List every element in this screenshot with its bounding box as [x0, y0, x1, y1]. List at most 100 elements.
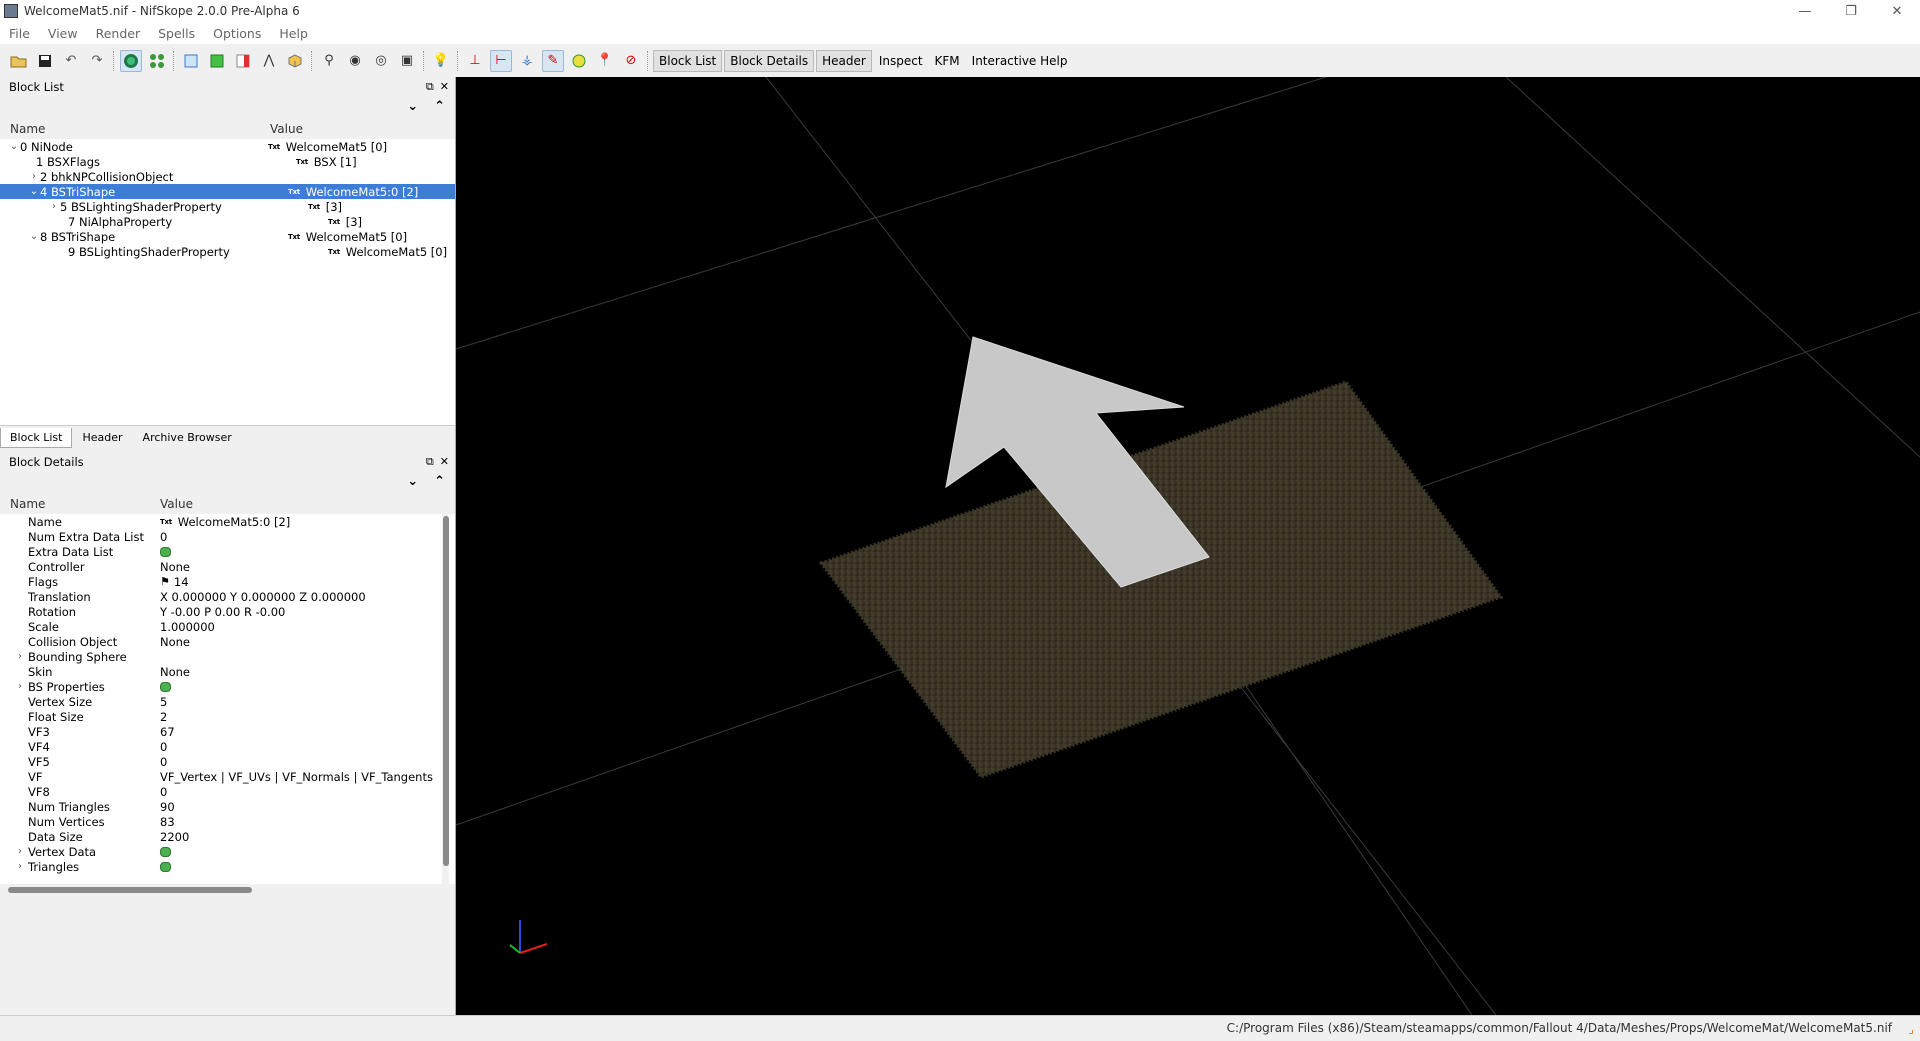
marker-icon[interactable]: 📍	[594, 50, 616, 72]
detail-value[interactable]: WelcomeMat5:0 [2]	[178, 515, 291, 529]
detail-row[interactable]: VF VF_Vertex | VF_UVs | VF_Normals | VF_T…	[12, 769, 455, 784]
collapse-all-icon[interactable]: ⌃	[434, 474, 445, 489]
detail-value[interactable]: 2200	[160, 830, 189, 844]
menu-file[interactable]: File	[0, 26, 39, 41]
column-name[interactable]: Name	[0, 497, 160, 511]
eye-hidden-icon[interactable]: ◎	[370, 50, 392, 72]
eye-icon[interactable]: ◉	[344, 50, 366, 72]
detail-row[interactable]: › BS Properties	[12, 679, 455, 694]
expand-all-icon[interactable]: ⌄	[407, 99, 418, 114]
tree-row[interactable]: 9 BSLightingShaderProperty Txt WelcomeMat…	[0, 244, 455, 259]
axes-icon[interactable]: ⊥	[464, 50, 486, 72]
detail-row[interactable]: Data Size 2200	[12, 829, 455, 844]
detail-row[interactable]: › Vertex Data	[12, 844, 455, 859]
details-horizontal-scrollbar[interactable]	[0, 884, 455, 896]
chevron-right-icon[interactable]: ›	[48, 201, 60, 212]
close-icon[interactable]: ✕	[440, 455, 449, 469]
menu-spells[interactable]: Spells	[149, 26, 204, 41]
tab-header[interactable]: Header	[72, 427, 132, 448]
detail-row[interactable]: › Bounding Sphere	[12, 649, 455, 664]
grid-axes-icon[interactable]: ⊢	[490, 49, 512, 72]
detail-row[interactable]: Skin None	[12, 664, 455, 679]
detail-value[interactable]: 0	[160, 740, 167, 754]
sphere-icon[interactable]	[568, 50, 590, 72]
header-toggle[interactable]: Header	[816, 49, 872, 72]
chevron-right-icon[interactable]: ›	[28, 171, 40, 182]
detail-value[interactable]: 67	[160, 725, 175, 739]
constraints-icon[interactable]: ✎	[542, 49, 564, 72]
chevron-down-icon[interactable]: ⌄	[28, 231, 40, 242]
detail-row[interactable]: Rotation Y -0.00 P 0.00 R -0.00	[12, 604, 455, 619]
globe-icon[interactable]	[120, 49, 142, 72]
detail-value[interactable]: 1.000000	[160, 620, 215, 634]
detail-value[interactable]: 90	[160, 800, 175, 814]
column-value[interactable]: Value	[270, 122, 303, 136]
detail-value[interactable]: 2	[160, 710, 167, 724]
chevron-right-icon[interactable]: ›	[12, 846, 28, 857]
tree-row[interactable]: › 5 BSLightingShaderProperty Txt [3]	[0, 199, 455, 214]
chevron-right-icon[interactable]: ›	[12, 651, 28, 662]
column-value[interactable]: Value	[160, 497, 193, 511]
column-name[interactable]: Name	[0, 122, 270, 136]
menu-help[interactable]: Help	[270, 26, 317, 41]
detail-row[interactable]: VF5 0	[12, 754, 455, 769]
detail-row[interactable]: Extra Data List	[12, 544, 455, 559]
menu-view[interactable]: View	[39, 26, 87, 41]
detail-row[interactable]: Float Size 2	[12, 709, 455, 724]
detail-value[interactable]: 0	[160, 785, 167, 799]
flip-icon[interactable]: ⋀	[258, 50, 280, 72]
close-icon[interactable]: ✕	[440, 80, 449, 94]
detail-row[interactable]: Num Extra Data List 0	[12, 529, 455, 544]
view-top-icon[interactable]	[232, 50, 254, 72]
render-viewport[interactable]	[456, 77, 1920, 1015]
screenshot-icon[interactable]: ▣	[396, 50, 418, 72]
interactive-help-toggle[interactable]: Interactive Help	[967, 51, 1073, 71]
detail-row[interactable]: Flags ⚑ 14	[12, 574, 455, 589]
collapse-all-icon[interactable]: ⌃	[434, 99, 445, 114]
undo-icon[interactable]: ↶	[60, 50, 82, 72]
detail-row[interactable]: VF8 0	[12, 784, 455, 799]
block-list-toggle[interactable]: Block List	[653, 49, 723, 72]
detail-value[interactable]: 0	[160, 530, 167, 544]
menu-render[interactable]: Render	[87, 26, 150, 41]
detail-value[interactable]: Y -0.00 P 0.00 R -0.00	[160, 605, 285, 619]
detail-value[interactable]: 14	[174, 575, 189, 589]
perspective-icon[interactable]	[284, 50, 306, 72]
chevron-down-icon[interactable]: ⌄	[8, 141, 20, 152]
menu-options[interactable]: Options	[204, 26, 270, 41]
detail-row[interactable]: Translation X 0.000000 Y 0.000000 Z 0.000…	[12, 589, 455, 604]
detail-value[interactable]: X 0.000000 Y 0.000000 Z 0.000000	[160, 590, 366, 604]
detail-row[interactable]: Scale 1.000000	[12, 619, 455, 634]
tab-archive-browser[interactable]: Archive Browser	[133, 427, 242, 448]
chevron-right-icon[interactable]: ›	[12, 861, 28, 872]
tab-block-list[interactable]: Block List	[0, 428, 73, 448]
detail-row[interactable]: Num Triangles 90	[12, 799, 455, 814]
resize-grip-icon[interactable]: ⌟	[1908, 1022, 1914, 1036]
tree-row[interactable]: › 2 bhkNPCollisionObject	[0, 169, 455, 184]
detail-value[interactable]: 0	[160, 755, 167, 769]
nodes-icon[interactable]	[146, 50, 168, 72]
skeleton-icon[interactable]: ⚶	[516, 50, 538, 72]
expand-all-icon[interactable]: ⌄	[407, 474, 418, 489]
walk-icon[interactable]: ⚲	[318, 50, 340, 72]
detail-row[interactable]: Num Vertices 83	[12, 814, 455, 829]
view-front-icon[interactable]	[180, 50, 202, 72]
kfm-toggle[interactable]: KFM	[930, 51, 965, 71]
detail-value[interactable]: 5	[160, 695, 167, 709]
detail-row[interactable]: Collision Object None	[12, 634, 455, 649]
restore-button[interactable]: ❐	[1828, 0, 1874, 22]
tree-row[interactable]: 1 BSXFlags Txt BSX [1]	[0, 154, 455, 169]
detail-row[interactable]: Name Txt WelcomeMat5:0 [2]	[12, 514, 455, 529]
hidden-marker-icon[interactable]: ⊘	[620, 50, 642, 72]
minimize-button[interactable]: —	[1782, 0, 1828, 22]
detail-value[interactable]: None	[160, 635, 190, 649]
detail-row[interactable]: › Triangles	[12, 859, 455, 874]
save-icon[interactable]	[34, 50, 56, 72]
lightbulb-icon[interactable]: 💡	[430, 50, 452, 72]
detail-value[interactable]: None	[160, 665, 190, 679]
detail-value[interactable]: VF_Vertex | VF_UVs | VF_Normals | VF_Tan…	[160, 770, 433, 784]
block-details-toggle[interactable]: Block Details	[724, 49, 815, 72]
detail-row[interactable]: VF4 0	[12, 739, 455, 754]
detail-value[interactable]: 83	[160, 815, 175, 829]
detail-value[interactable]: None	[160, 560, 190, 574]
